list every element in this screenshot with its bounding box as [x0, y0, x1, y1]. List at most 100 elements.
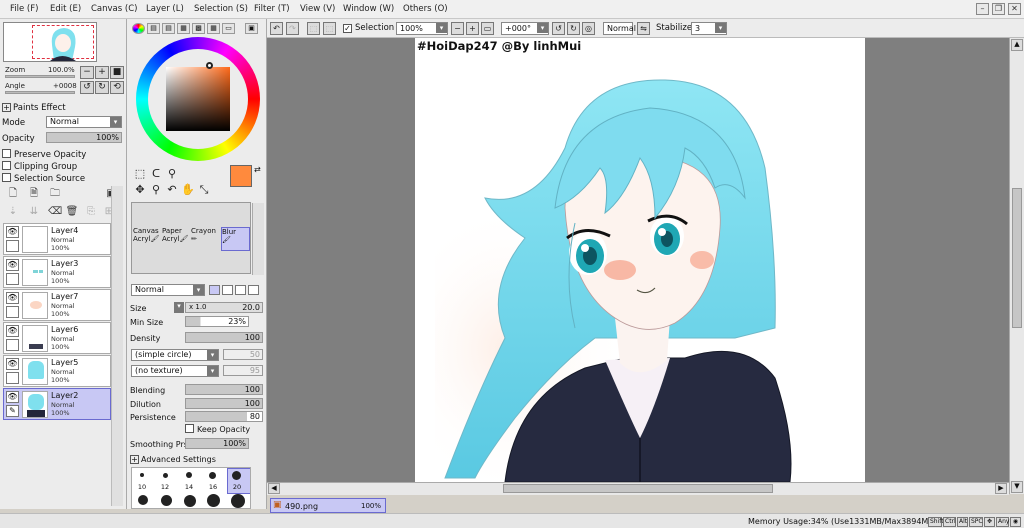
size-multiplier-dropdown[interactable]: ▾	[174, 302, 184, 313]
primary-color-swatch[interactable]	[230, 165, 252, 187]
layer-lock-box[interactable]	[6, 339, 19, 351]
zoom-reset-button[interactable]: ■	[110, 66, 124, 79]
restore-icon[interactable]: ❐	[992, 3, 1005, 15]
canvas-vertical-scrollbar[interactable]: ▲ ▼	[1009, 38, 1024, 494]
size-preset-dot[interactable]	[209, 472, 216, 479]
size-preset-dot[interactable]	[232, 471, 241, 480]
blending-slider[interactable]: 100	[185, 384, 263, 395]
horizontal-scroll-thumb[interactable]	[503, 484, 773, 493]
transfer-down-icon[interactable]: ⇣	[6, 205, 20, 219]
eye-icon[interactable]: 👁	[6, 226, 19, 238]
advanced-settings-toggle[interactable]: + Advanced Settings	[130, 455, 216, 464]
selection-source-checkbox[interactable]: Selection Source	[2, 173, 85, 184]
layer-lock-box[interactable]	[6, 306, 19, 318]
toolbar-zoom-reset-button[interactable]: ▭	[481, 22, 494, 35]
rotate-reset-button[interactable]: ⟲	[110, 81, 124, 94]
layer-item-layer6[interactable]: 👁 Layer6 Normal 100%	[3, 322, 111, 354]
size-preset-dot[interactable]	[138, 495, 148, 505]
hand-icon[interactable]: ✋	[181, 183, 195, 197]
clipping-group-checkbox[interactable]: Clipping Group	[2, 161, 77, 172]
layer-item-layer4[interactable]: 👁 Layer4 Normal 100%	[3, 223, 111, 255]
dilution-slider[interactable]: 100	[185, 398, 263, 409]
layer-list-scrollbar[interactable]	[111, 186, 123, 506]
toolbar-zoom-out-button[interactable]: −	[451, 22, 464, 35]
zoom-in-button[interactable]: +	[95, 66, 109, 79]
merge-down-icon[interactable]: ⇊	[27, 205, 41, 219]
duplicate-icon[interactable]: ⎘	[84, 205, 98, 219]
scratchpad-tab[interactable]: ▭	[222, 23, 235, 34]
rotation-field[interactable]: +000° ▾	[501, 22, 549, 35]
smoothing-slider[interactable]: 100%	[185, 438, 249, 449]
hsv-slider-tab[interactable]: ▤	[162, 23, 175, 34]
size-preset-dot[interactable]	[163, 473, 168, 478]
menu-edit[interactable]: Edit (E)	[50, 4, 81, 14]
layer-item-layer2[interactable]: 👁 ✎ Layer2 Normal 100%	[3, 388, 111, 420]
palette-tab[interactable]: ▦	[177, 23, 190, 34]
scroll-down-icon[interactable]: ▼	[1011, 481, 1023, 493]
hue-handle[interactable]	[206, 62, 213, 69]
lasso-icon[interactable]: ᑕ	[149, 167, 163, 181]
clear-layer-icon[interactable]: ⌫	[48, 205, 62, 219]
tool-paper-acryl[interactable]: Paper Acryl🖌	[162, 227, 191, 251]
vertical-scroll-thumb[interactable]	[1012, 188, 1022, 328]
new-linework-layer-icon[interactable]: 🗎	[27, 187, 41, 201]
eye-icon[interactable]: 👁	[6, 325, 19, 337]
new-folder-icon[interactable]: 🗀	[48, 187, 62, 201]
scroll-left-icon[interactable]: ◀	[268, 483, 280, 494]
deselect-icon[interactable]: ⬚	[307, 22, 320, 35]
density-slider[interactable]: 100	[185, 332, 263, 343]
layer-item-layer7[interactable]: 👁 Layer7 Normal 100%	[3, 289, 111, 321]
angle-slider[interactable]	[5, 91, 75, 94]
eye-icon[interactable]: 👁	[6, 391, 19, 403]
color-wheel-tab[interactable]	[132, 23, 145, 34]
redo-icon[interactable]: ↷	[286, 22, 299, 35]
trash-icon[interactable]: 🗑	[65, 205, 79, 219]
tool-canvas-acryl[interactable]: Canvas Acryl🖌	[133, 227, 162, 251]
scroll-up-icon[interactable]: ▲	[1011, 39, 1023, 51]
menu-selection[interactable]: Selection (S)	[194, 4, 248, 14]
menu-layer[interactable]: Layer (L)	[146, 4, 184, 14]
rgb-slider-tab[interactable]: ▤	[147, 23, 160, 34]
layer-opacity-slider[interactable]: 100%	[46, 132, 122, 143]
eye-icon[interactable]: 👁	[6, 358, 19, 370]
layer-lock-box[interactable]	[6, 240, 19, 252]
layer-lock-box[interactable]	[6, 372, 19, 384]
toolbar-rotate-reset-button[interactable]: ◎	[582, 22, 595, 35]
paints-effect-toggle[interactable]: + Paints Effect	[2, 103, 66, 113]
toolbar-rotate-right-button[interactable]: ↻	[567, 22, 580, 35]
rotate-right-button[interactable]: ↻	[95, 81, 109, 94]
swatch-tab[interactable]: ▦	[207, 23, 220, 34]
canvas-horizontal-scrollbar[interactable]: ◀ ▶	[267, 482, 1009, 495]
zoom-slider[interactable]	[5, 75, 75, 78]
mixer-tab[interactable]: ▩	[192, 23, 205, 34]
toolbar-zoom-in-button[interactable]: +	[466, 22, 479, 35]
new-layer-icon[interactable]: 🗋	[6, 187, 20, 201]
menu-window[interactable]: Window (W)	[343, 4, 394, 14]
size-preset-dot[interactable]	[161, 495, 172, 506]
panel-option-icon[interactable]: ▣	[245, 23, 258, 34]
brush-shape-sharp[interactable]	[209, 285, 220, 295]
menu-view[interactable]: View (V)	[300, 4, 335, 14]
brush-texture-select[interactable]: (no texture) ▾	[131, 365, 219, 377]
zoom-out-button[interactable]: −	[80, 66, 94, 79]
persistence-slider[interactable]: 80	[185, 411, 263, 422]
magic-wand-icon[interactable]: ⚲	[165, 167, 179, 181]
size-preset-dot[interactable]	[207, 494, 220, 507]
brush-shape-select[interactable]: (simple circle) ▾	[131, 349, 219, 361]
layer-lock-box[interactable]	[6, 273, 19, 285]
scroll-right-icon[interactable]: ▶	[995, 483, 1007, 494]
navigator-thumbnail[interactable]	[3, 22, 97, 62]
menu-file[interactable]: File (F)	[10, 4, 38, 14]
shape-strength[interactable]: 50	[223, 349, 263, 360]
layer-item-layer3[interactable]: 👁 Layer3 Normal 100%	[3, 256, 111, 288]
size-preset-dot[interactable]	[186, 472, 192, 478]
swap-colors-icon[interactable]: ⇄	[254, 165, 261, 174]
selection-visible-checkbox[interactable]: ✓ Selection	[343, 23, 394, 33]
close-icon[interactable]: ✕	[1008, 3, 1021, 15]
rotate-icon[interactable]: ↶	[165, 183, 179, 197]
tool-blur[interactable]: Blur 🖌	[221, 227, 250, 251]
view-blend-field[interactable]: Normal	[603, 22, 636, 35]
layer-mode-select[interactable]: Normal ▾	[46, 116, 122, 128]
preserve-opacity-checkbox[interactable]: Preserve Opacity	[2, 149, 86, 160]
menu-others[interactable]: Others (O)	[403, 4, 448, 14]
